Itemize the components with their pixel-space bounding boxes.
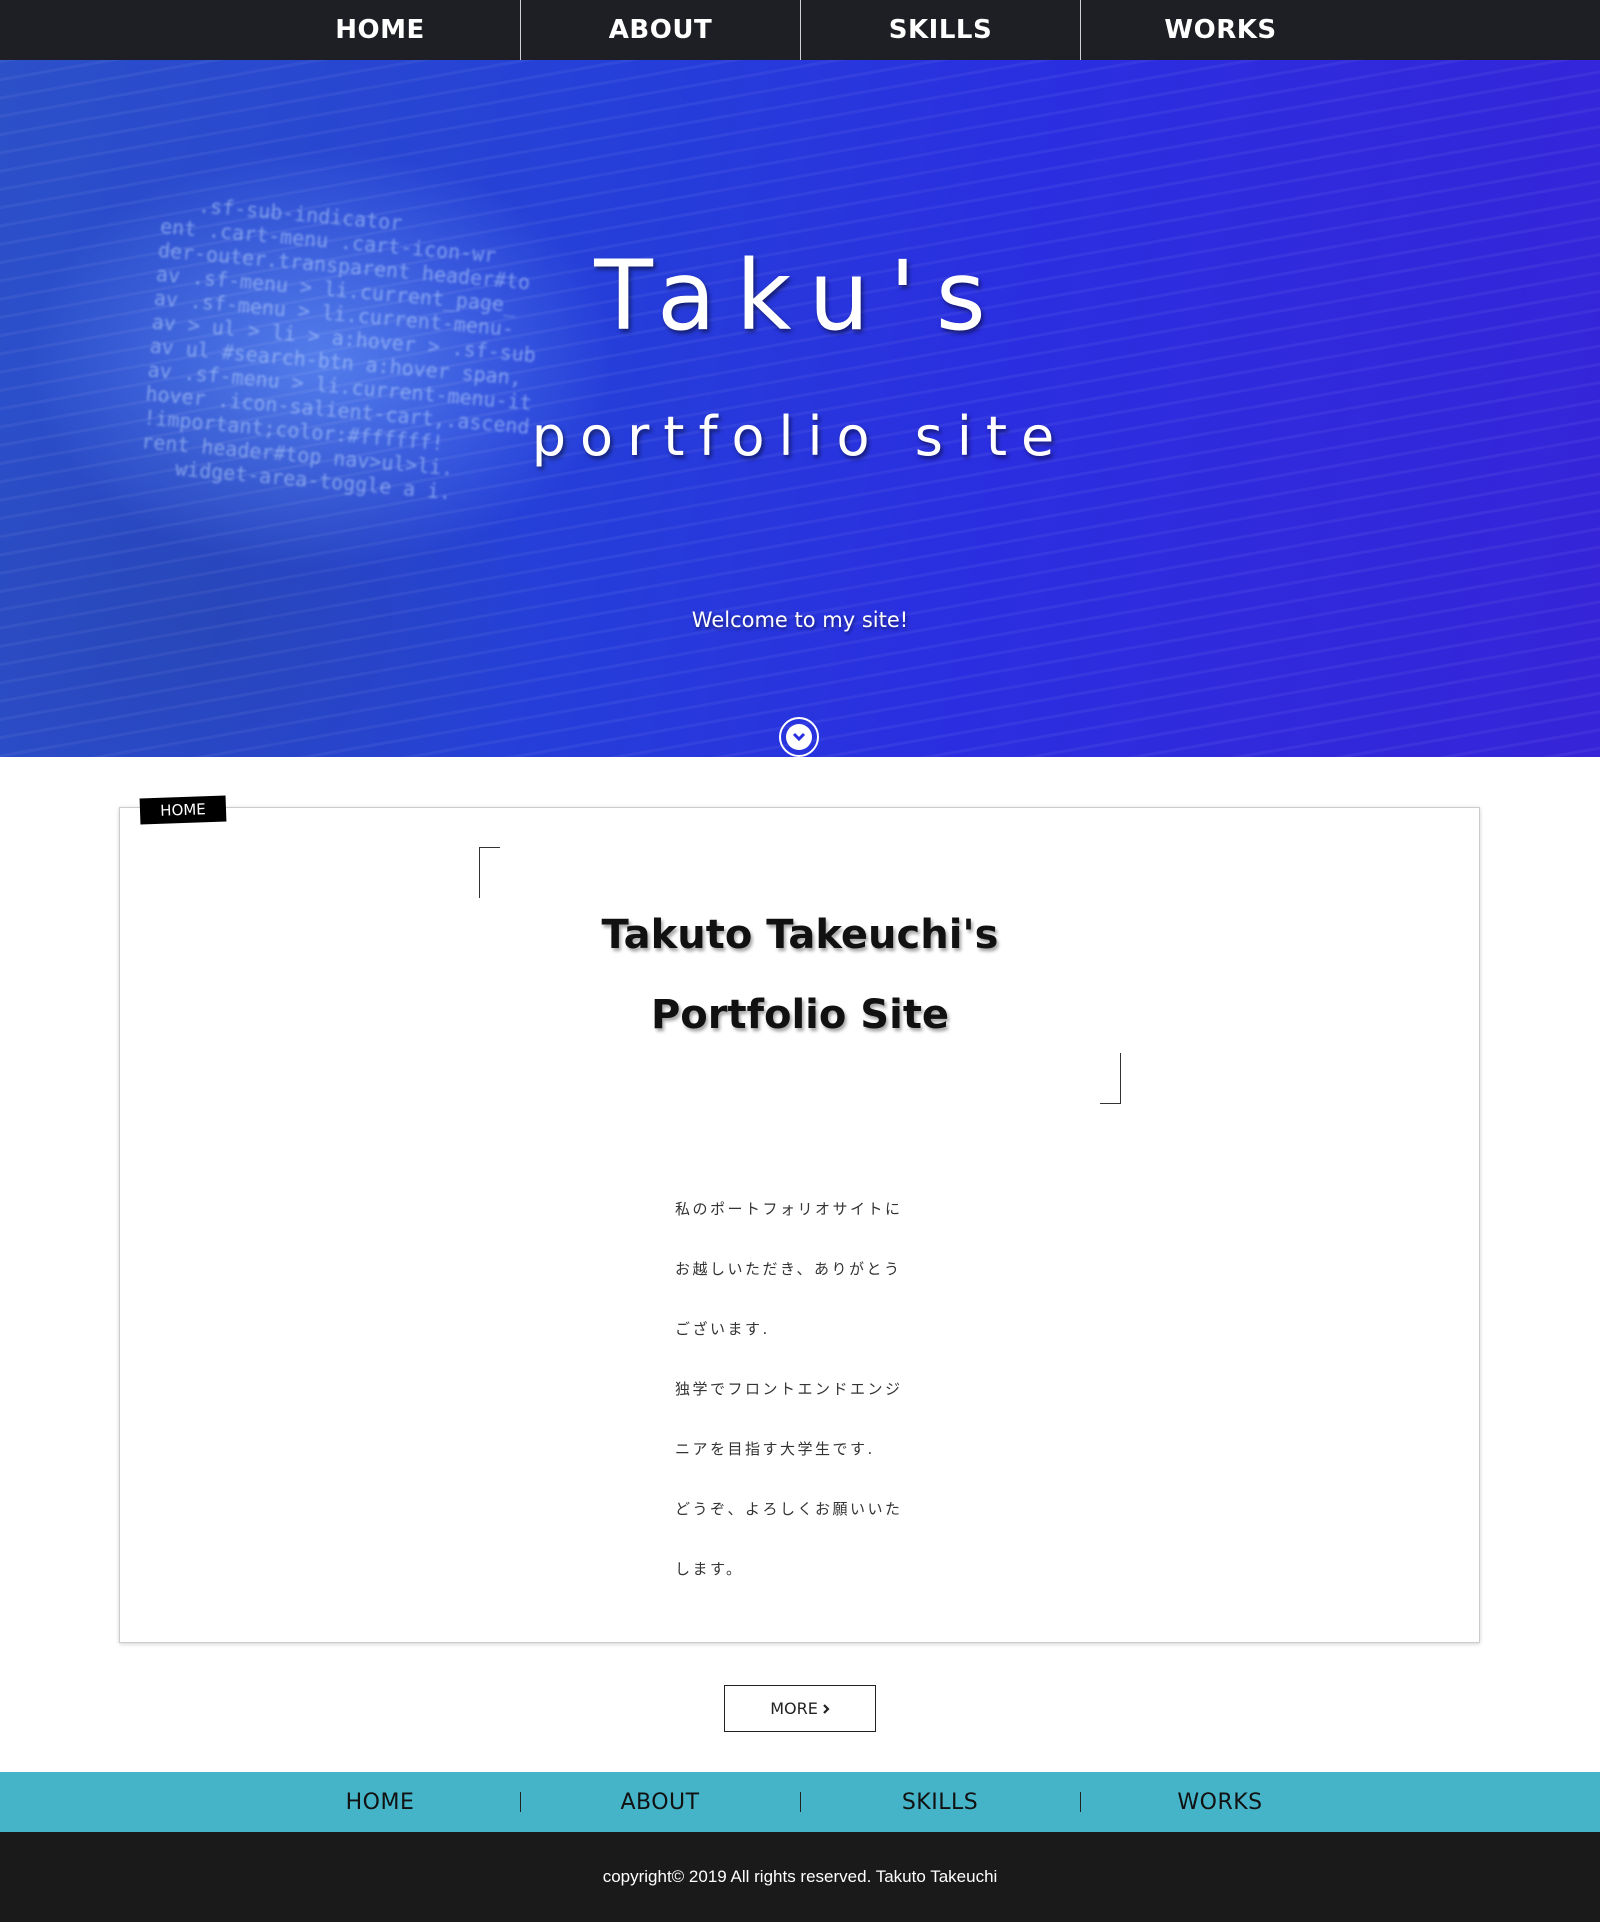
- paragraph-line: ニアを目指す大学生です.: [675, 1440, 875, 1458]
- card-heading-line1: Takuto Takeuchi's: [601, 912, 999, 958]
- paragraph-line: ございます.: [675, 1320, 770, 1338]
- hero-title: Taku's: [594, 240, 1006, 352]
- copyright-text: copyright© 2019 All rights reserved. Tak…: [0, 1832, 1600, 1922]
- top-nav: HOME ABOUT SKILLS WORKS: [0, 0, 1600, 60]
- section-tag: HOME: [139, 795, 227, 825]
- more-button-label: MORE: [770, 1699, 818, 1718]
- corner-bracket-top-left: [479, 847, 500, 898]
- hero-subtitle: portfolio site: [531, 405, 1069, 468]
- footer-nav: HOME ABOUT SKILLS WORKS: [0, 1772, 1600, 1832]
- footer-nav-skills[interactable]: SKILLS: [800, 1772, 1080, 1832]
- paragraph-line: します。: [675, 1560, 744, 1578]
- nav-works[interactable]: WORKS: [1080, 0, 1360, 60]
- paragraph-line: 独学でフロントエンドエンジ: [675, 1380, 903, 1398]
- paragraph-line: 私のポートフォリオサイトに: [675, 1200, 903, 1218]
- footer-nav-about[interactable]: ABOUT: [520, 1772, 800, 1832]
- intro-paragraph: 私のポートフォリオサイトに お越しいただき、ありがとう ございます. 独学でフロ…: [675, 1198, 935, 1618]
- nav-skills[interactable]: SKILLS: [800, 0, 1080, 60]
- footer-nav-works[interactable]: WORKS: [1080, 1772, 1360, 1832]
- paragraph-line: どうぞ、よろしくお願いいた: [675, 1500, 903, 1518]
- hero-banner: .sf-sub-indicator ent .cart-menu .cart-i…: [0, 60, 1600, 757]
- scroll-down-button[interactable]: [779, 717, 819, 757]
- nav-home[interactable]: HOME: [240, 0, 520, 60]
- chevron-right-icon: [823, 1703, 830, 1714]
- hero-welcome-text: Welcome to my site!: [691, 608, 909, 632]
- corner-bracket-bottom-right: [1100, 1053, 1121, 1104]
- footer-nav-home[interactable]: HOME: [240, 1772, 520, 1832]
- chevron-down-icon: [786, 724, 812, 750]
- card-heading-line2: Portfolio Site: [650, 992, 950, 1038]
- more-button[interactable]: MORE: [724, 1685, 876, 1732]
- nav-about[interactable]: ABOUT: [520, 0, 800, 60]
- paragraph-line: お越しいただき、ありがとう: [675, 1260, 902, 1278]
